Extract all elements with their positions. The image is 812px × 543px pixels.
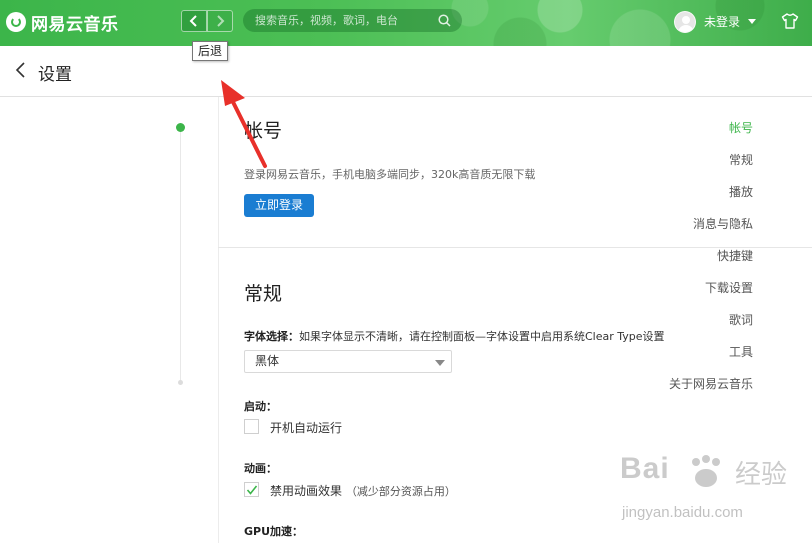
page-header: 设置 [0,46,812,97]
sidebar-item-tools[interactable]: 工具 [729,343,753,360]
gpu-label: GPU加速： [244,523,303,539]
sidebar-item-account[interactable]: 帐号 [729,119,753,136]
general-heading: 常规 [244,283,283,305]
font-select-value: 黑体 [255,354,280,368]
font-setting-label: 字体选择：如果字体显示不清晰，请在控制面板—字体设置中启用系统Clear Typ… [244,328,665,344]
chevron-left-icon [189,15,197,27]
paw-icon [692,455,720,487]
search-input[interactable] [255,14,435,27]
animation-note: （减少部分资源占用） [345,485,456,498]
app-logo[interactable]: 网易云音乐 [6,11,119,35]
sidebar-rail [180,129,181,385]
account-description: 登录网易云音乐，手机电脑多端同步，320k高音质无限下载 [244,168,536,181]
animation-label-text: 动画： [244,462,277,475]
checkmark-icon [246,485,258,495]
sidebar-item-about[interactable]: 关于网易云音乐 [669,375,753,392]
settings-sidebar [0,97,218,543]
startup-checkbox[interactable] [244,419,259,434]
font-select[interactable]: 黑体 [244,350,452,373]
sidebar-item-lyrics[interactable]: 歌词 [729,311,753,328]
watermark-url: jingyan.baidu.com [622,504,743,521]
back-button[interactable] [181,10,207,32]
page-title: 设置 [38,65,72,85]
font-hint: 如果字体显示不清晰，请在控制面板—字体设置中启用系统Clear Type设置 [299,330,665,343]
user-name[interactable]: 未登录 [704,13,740,30]
login-button[interactable]: 立即登录 [244,194,314,217]
startup-label-text: 启动： [244,400,277,413]
forward-button[interactable] [207,10,233,32]
watermark-brand-cn: 经验 [735,460,788,490]
sidebar-item-playback[interactable]: 播放 [729,183,753,200]
animation-label: 动画： [244,460,277,476]
app-name: 网易云音乐 [31,14,119,35]
netease-music-icon [6,12,26,32]
startup-option-label[interactable]: 开机自动运行 [270,419,342,436]
dropdown-arrow-icon [435,360,445,366]
skin-tshirt-icon[interactable] [781,12,799,30]
chevron-right-icon [217,15,225,27]
section-divider [218,247,812,248]
sidebar-item-shortcuts[interactable]: 快捷键 [717,247,753,264]
animation-checkbox[interactable] [244,482,259,497]
sidebar-end-dot [178,380,183,385]
sidebar-item-general[interactable]: 常规 [729,151,753,168]
sidebar-item-download[interactable]: 下载设置 [705,279,753,296]
chevron-left-icon[interactable] [15,61,27,79]
animation-option-label[interactable]: 禁用动画效果 （减少部分资源占用） [270,482,456,499]
startup-label: 启动： [244,398,277,414]
sidebar-item-privacy[interactable]: 消息与隐私 [693,215,753,232]
avatar[interactable] [674,10,696,33]
sidebar-active-dot [176,123,185,132]
annotation-arrow-icon [221,80,267,168]
search-icon[interactable] [438,14,451,27]
font-label: 字体选择： [244,330,299,343]
watermark-brand: Bai [620,452,670,485]
baidu-watermark: Bai 经验 jingyan.baidu.com [620,452,800,532]
back-tooltip: 后退 [192,41,229,61]
search-box[interactable] [243,9,462,32]
gpu-label-text: GPU加速： [244,525,304,538]
title-bar: 网易云音乐 未登录 [0,0,812,46]
caret-down-icon[interactable] [748,19,757,24]
animation-option-text: 禁用动画效果 [270,484,343,498]
user-menu[interactable]: 未登录 [674,10,757,33]
